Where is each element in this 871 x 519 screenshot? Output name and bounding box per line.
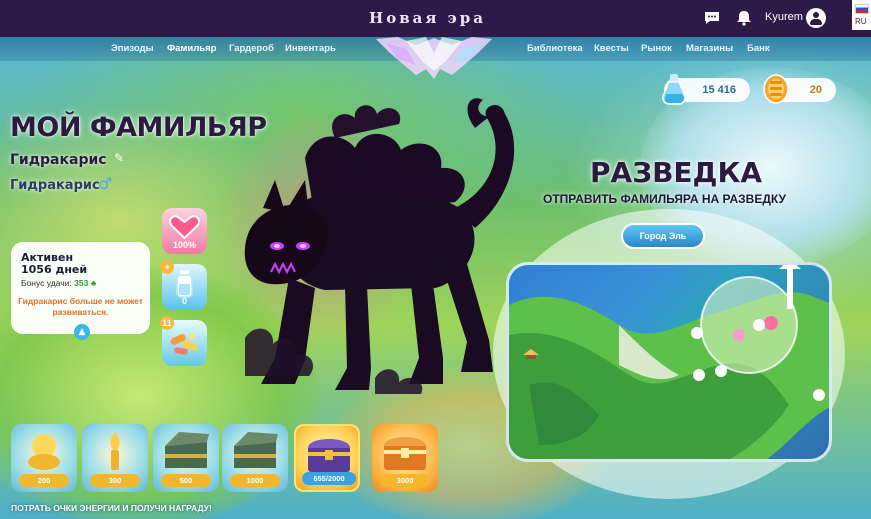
- coin-balance[interactable]: 20: [763, 74, 836, 104]
- luck-label: Бонус удачи:: [21, 278, 72, 288]
- shadow-wolf-familiar[interactable]: [205, 88, 535, 408]
- energy-button[interactable]: + 0: [160, 260, 207, 310]
- nav-item-familiar[interactable]: Фамильяр: [167, 43, 216, 54]
- nav-item-market[interactable]: Рынок: [641, 43, 672, 54]
- coin-count: 20: [809, 84, 822, 96]
- reward-chest-2[interactable]: 300: [82, 424, 148, 492]
- exploration-subtitle: ОТПРАВИТЬ ФАМИЛЬЯРА НА РАЗВЕДКУ: [543, 192, 786, 206]
- health-value: 100%: [172, 240, 197, 250]
- health-button[interactable]: 100%: [162, 208, 207, 254]
- top-bar: Новая эра Kyurem RU: [0, 0, 871, 37]
- chat-icon[interactable]: [703, 9, 721, 27]
- familiar-species: Гидракарис: [10, 178, 100, 193]
- footer-hint: ПОТРАТЬ ОЧКИ ЭНЕРГИИ И ПОЛУЧИ НАГРАДУ!: [11, 503, 212, 513]
- reward-chest-3[interactable]: 500: [153, 424, 219, 492]
- exploration-map[interactable]: [506, 262, 832, 462]
- crystal-decoration: [376, 37, 492, 79]
- reward-chest-4[interactable]: 1000: [222, 424, 288, 492]
- male-icon: ♂: [98, 174, 113, 193]
- language-code: RU: [855, 17, 867, 26]
- russian-flag-icon: [855, 4, 869, 14]
- pills-icon: [170, 333, 198, 355]
- water-bottle-icon: [176, 270, 193, 298]
- site-title[interactable]: Новая эра: [0, 9, 855, 27]
- chest-3-cost: 500: [161, 474, 211, 487]
- exploration-title: РАЗВЕДКА: [590, 156, 763, 189]
- chest-1-cost: 200: [19, 474, 69, 487]
- reward-chest-1[interactable]: 200: [11, 424, 77, 492]
- user-avatar-icon[interactable]: [806, 8, 826, 28]
- nav-item-inventory[interactable]: Инвентарь: [285, 43, 336, 54]
- potion-count: 15 416: [702, 84, 736, 96]
- orange-chest-icon: [384, 437, 426, 470]
- coin-stack-icon: [763, 74, 789, 104]
- nav-item-shops[interactable]: Магазины: [686, 43, 733, 54]
- nav-item-episodes[interactable]: Эпизоды: [111, 43, 154, 54]
- bell-icon[interactable]: [735, 9, 753, 27]
- status-days: 1056 дней: [21, 263, 88, 276]
- luck-value: 353: [74, 278, 89, 288]
- location-button[interactable]: Город Эль: [621, 223, 705, 249]
- reward-chest-6[interactable]: 3000: [372, 424, 438, 492]
- familiar-name: Гидракарис: [10, 152, 107, 168]
- nav-item-wardrobe[interactable]: Гардероб: [229, 43, 274, 54]
- green-chest-icon: [234, 432, 278, 468]
- nav-item-library[interactable]: Библиотека: [527, 43, 583, 54]
- nav-item-bank[interactable]: Банк: [747, 43, 770, 54]
- evolution-warning: Гидракарис больше не может развиваться.: [18, 296, 143, 317]
- vitamins-button[interactable]: 11: [160, 316, 207, 366]
- pencil-icon[interactable]: ✎: [114, 151, 124, 165]
- golden-torch-icon: [110, 432, 120, 470]
- language-switcher[interactable]: RU: [852, 0, 871, 30]
- chest-2-cost: 300: [90, 474, 140, 487]
- username[interactable]: Kyurem: [765, 11, 803, 23]
- heart-icon: [168, 215, 201, 240]
- island-map-graphic: [509, 265, 829, 459]
- reward-chest-5[interactable]: 655/2000: [294, 424, 360, 492]
- potion-flask-icon: [662, 74, 686, 105]
- chest-4-cost: 1000: [230, 474, 280, 487]
- clover-icon: ♣: [90, 278, 97, 288]
- green-chest-icon: [165, 432, 209, 468]
- luck-bonus: Бонус удачи: 353 ♣: [21, 278, 96, 288]
- status-card: Активен 1056 дней Бонус удачи: 353 ♣ Гид…: [11, 242, 150, 340]
- chest-6-cost: 3000: [380, 474, 430, 487]
- nav-item-quests[interactable]: Квесты: [594, 43, 629, 54]
- expand-chevron-icon[interactable]: ▲: [74, 324, 90, 340]
- golden-figure-icon: [28, 434, 60, 470]
- purple-chest-icon: [308, 439, 350, 472]
- energy-value: 0: [181, 296, 187, 306]
- potion-balance[interactable]: 15 416: [662, 74, 750, 105]
- chest-5-progress: 655/2000: [302, 472, 356, 485]
